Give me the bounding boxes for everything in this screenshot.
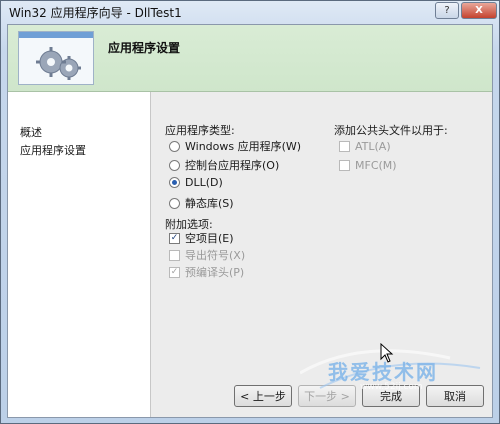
check-icon: ✓ [169, 266, 180, 278]
radio-indicator [169, 140, 180, 152]
help-button[interactable]: ? [435, 2, 459, 19]
banner-title: 应用程序设置 [108, 41, 181, 55]
checkbox-box [339, 160, 350, 171]
wizard-client: 应用程序设置 概述 应用程序设置 应用程序类型: Windows 应用程序(W)… [7, 24, 493, 418]
radio-label: 控制台应用程序(O) [185, 159, 280, 172]
checkbox-export-symbols: 导出符号(X) [169, 247, 245, 263]
next-button[interactable]: 下一步 > [298, 385, 356, 407]
wizard-nav: 概述 应用程序设置 [8, 92, 151, 417]
nav-item-app-settings[interactable]: 应用程序设置 [20, 142, 86, 158]
checkbox-atl: ATL(A) [339, 140, 391, 153]
checkbox-label: 预编译头(P) [185, 266, 245, 279]
radio-windows-app[interactable]: Windows 应用程序(W) [169, 138, 301, 154]
prev-button[interactable]: < 上一步 [234, 385, 292, 407]
window-title: Win32 应用程序向导 - DllTest1 [9, 6, 182, 20]
mouse-cursor-icon [380, 343, 394, 363]
app-type-heading: 应用程序类型: [165, 124, 235, 137]
radio-label: 静态库(S) [185, 197, 234, 210]
checkbox-label: 导出符号(X) [185, 249, 246, 262]
checkbox-label: MFC(M) [355, 159, 397, 172]
radio-console-app[interactable]: 控制台应用程序(O) [169, 157, 279, 173]
finish-button[interactable]: 完成 [362, 385, 420, 407]
cancel-button[interactable]: 取消 [426, 385, 484, 407]
wizard-window: Win32 应用程序向导 - DllTest1 ? X 应用程序设置 概述 应用… [0, 0, 500, 424]
title-bar: Win32 应用程序向导 - DllTest1 ? X [1, 1, 500, 23]
wizard-banner: 应用程序设置 [8, 25, 492, 92]
checkbox-box [339, 141, 350, 152]
close-button[interactable]: X [461, 2, 497, 19]
checkbox-label: 空项目(E) [185, 232, 234, 245]
radio-indicator-selected [169, 177, 180, 188]
checkbox-label: ATL(A) [355, 140, 391, 153]
checkbox-box [169, 249, 180, 261]
settings-panel: 应用程序类型: Windows 应用程序(W) 控制台应用程序(O) DLL(D… [151, 92, 492, 417]
radio-label: Windows 应用程序(W) [185, 140, 302, 153]
checkbox-empty-project[interactable]: ✓ 空项目(E) [169, 230, 234, 246]
radio-static-lib[interactable]: 静态库(S) [169, 195, 234, 211]
checkbox-precompiled-header: ✓ 预编译头(P) [169, 264, 244, 280]
common-headers-heading: 添加公共头文件以用于: [334, 124, 448, 137]
checkbox-mfc: MFC(M) [339, 159, 397, 172]
radio-indicator [169, 159, 180, 171]
gears-banner-icon [18, 31, 94, 85]
radio-dll[interactable]: DLL(D) [169, 176, 223, 189]
radio-indicator [169, 197, 180, 209]
nav-item-overview[interactable]: 概述 [20, 124, 42, 140]
check-icon: ✓ [169, 232, 180, 244]
radio-label: DLL(D) [185, 176, 223, 189]
